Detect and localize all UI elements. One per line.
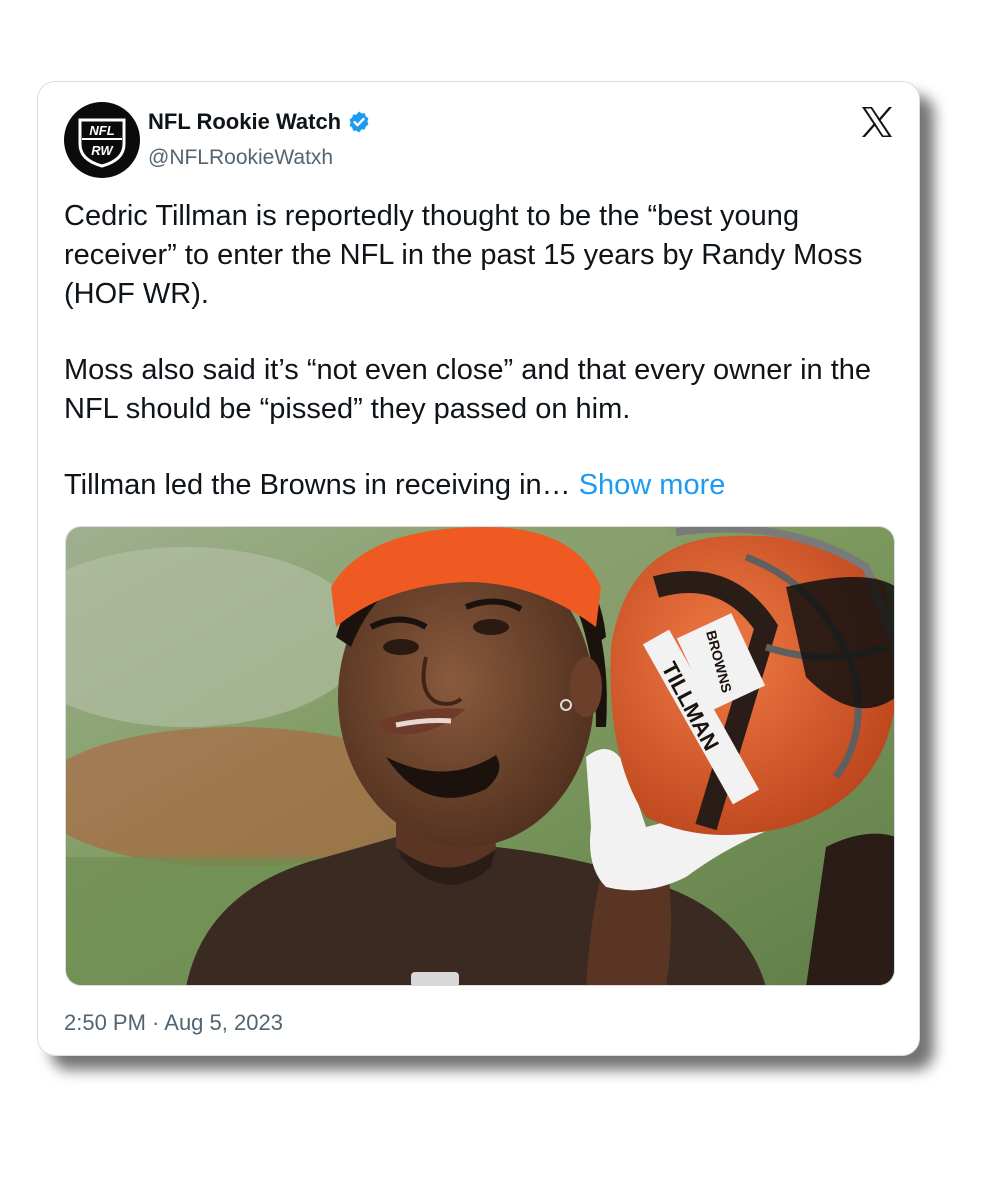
- x-logo-icon[interactable]: [859, 104, 895, 140]
- tweet-paragraph: Cedric Tillman is reportedly thought to …: [64, 200, 863, 310]
- tweet-timestamp[interactable]: 2:50 PM · Aug 5, 2023: [64, 1010, 283, 1036]
- author-name-row[interactable]: NFL Rookie Watch: [148, 109, 371, 135]
- avatar-logo-bottom: RW: [91, 143, 114, 158]
- author-display-name[interactable]: NFL Rookie Watch: [148, 109, 341, 135]
- tweet-paragraph: Moss also said it’s “not even close” and…: [64, 354, 872, 425]
- player-photo: TILLMAN BROWNS: [66, 527, 894, 985]
- tweet-paragraph-truncated: Tillman led the Browns in receiving in… …: [64, 466, 899, 505]
- avatar-logo-top: NFL: [89, 123, 114, 138]
- tweet-photo[interactable]: TILLMAN BROWNS: [65, 526, 895, 986]
- show-more-link[interactable]: Show more: [579, 469, 726, 501]
- tweet-truncated-text: Tillman led the Browns in receiving in…: [64, 469, 571, 501]
- verified-badge-icon: [347, 110, 371, 134]
- tweet-card: NFL RW NFL Rookie Watch @NFLRookieWatxh …: [37, 81, 920, 1056]
- tweet-body: Cedric Tillman is reportedly thought to …: [64, 197, 899, 505]
- author-handle[interactable]: @NFLRookieWatxh: [148, 146, 333, 170]
- nfl-rw-logo-icon: NFL RW: [78, 118, 126, 168]
- author-avatar[interactable]: NFL RW: [64, 102, 140, 178]
